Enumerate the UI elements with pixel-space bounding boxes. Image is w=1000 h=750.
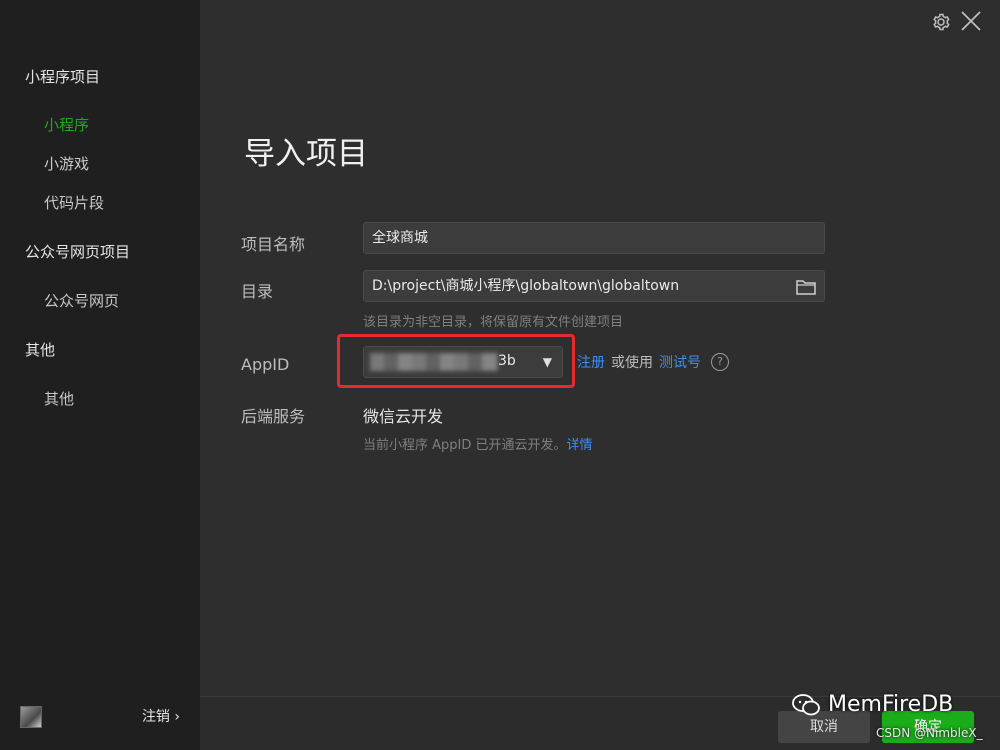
avatar[interactable]: [20, 706, 42, 728]
project-name-label: 项目名称: [241, 235, 306, 254]
watermark: MemFireDB: [792, 692, 953, 717]
appid-label: AppID: [241, 355, 290, 374]
logout-button[interactable]: 注销 ›: [142, 706, 180, 726]
main-panel: 导入项目 项目名称 全球商城 目录 D:\project\商城小程序\globa…: [200, 0, 1000, 750]
sidebar-group-other: 其他: [25, 341, 56, 359]
highlight-annotation: [337, 334, 575, 388]
sidebar-group-miniprogram: 小程序项目: [25, 68, 101, 86]
sidebar-item-miniprogram[interactable]: 小程序: [44, 114, 89, 135]
import-project-window: 小程序项目 小程序 小游戏 代码片段 公众号网页项目 公众号网页 其他 其他 注…: [0, 0, 1000, 750]
close-icon[interactable]: [960, 10, 982, 37]
page-title: 导入项目: [244, 136, 368, 172]
sidebar-group-official-account: 公众号网页项目: [25, 243, 131, 261]
backend-value: 微信云开发: [363, 407, 444, 426]
appid-actions: 注册 或使用 测试号 ?: [577, 352, 729, 372]
project-name-value: 全球商城: [372, 230, 428, 246]
details-link[interactable]: 详情: [567, 438, 593, 453]
directory-value: D:\project\商城小程序\globaltown\globaltown: [372, 278, 680, 294]
help-icon[interactable]: ?: [711, 353, 729, 371]
backend-hint: 当前小程序 AppID 已开通云开发。详情: [363, 434, 593, 453]
sidebar-item-code-snippet[interactable]: 代码片段: [44, 192, 104, 213]
directory-hint: 该目录为非空目录，将保留原有文件创建项目: [363, 315, 624, 330]
sidebar-footer: 注销 ›: [0, 692, 200, 750]
gear-icon[interactable]: [932, 13, 950, 34]
wechat-icon: [792, 693, 820, 715]
directory-input[interactable]: D:\project\商城小程序\globaltown\globaltown: [363, 270, 825, 302]
or-use-text: 或使用: [611, 355, 653, 371]
sidebar-item-official-account-web[interactable]: 公众号网页: [44, 290, 119, 311]
sidebar-item-minigame[interactable]: 小游戏: [44, 153, 89, 174]
watermark-brand: MemFireDB: [828, 692, 954, 717]
directory-label: 目录: [241, 282, 274, 301]
sidebar: 小程序项目 小程序 小游戏 代码片段 公众号网页项目 公众号网页 其他 其他 注…: [0, 0, 200, 750]
test-account-link[interactable]: 测试号: [659, 352, 701, 372]
folder-icon[interactable]: [796, 277, 816, 307]
watermark-credit: CSDN @NimbleX_: [876, 726, 983, 740]
window-controls: [932, 10, 982, 37]
project-name-input[interactable]: 全球商城: [363, 222, 825, 254]
backend-label: 后端服务: [241, 407, 306, 426]
sidebar-item-other[interactable]: 其他: [44, 388, 74, 409]
register-link[interactable]: 注册: [577, 352, 605, 372]
backend-hint-text: 当前小程序 AppID 已开通云开发。: [363, 438, 567, 453]
